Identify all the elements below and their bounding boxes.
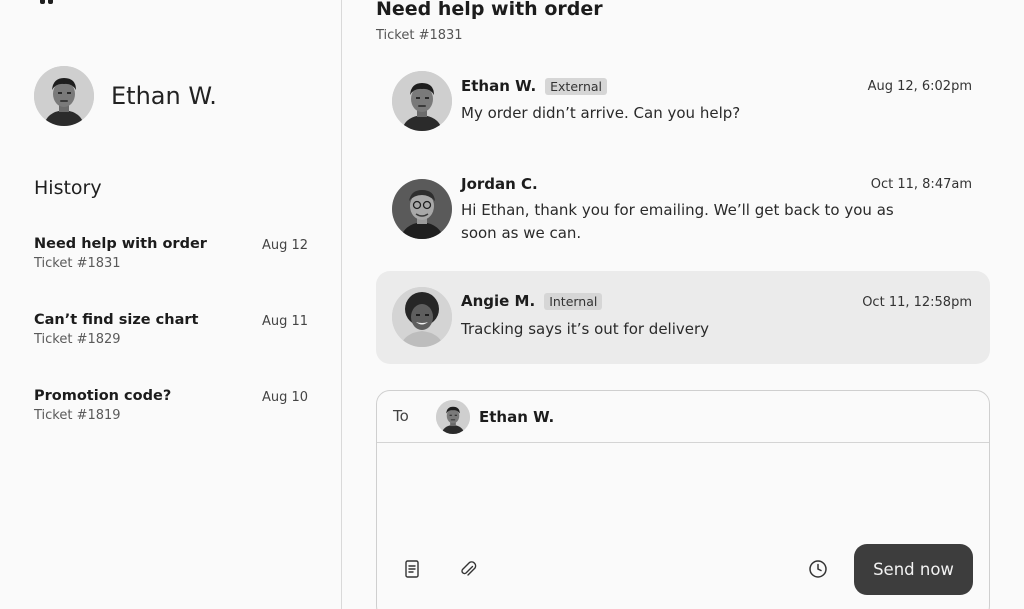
- paperclip-icon[interactable]: [457, 558, 479, 580]
- message-item[interactable]: Ethan W. External Aug 12, 6:02pm My orde…: [376, 62, 990, 146]
- page-title: Need help with order: [376, 0, 603, 20]
- customer-profile: Ethan W.: [34, 66, 217, 126]
- logo-icon: [40, 0, 53, 4]
- history-item-ticket: Ticket #1829: [34, 332, 121, 347]
- history-item-date: Aug 11: [261, 314, 308, 329]
- to-label: To: [393, 407, 409, 425]
- history-item-ticket: Ticket #1819: [34, 408, 121, 423]
- recipient-name: Ethan W.: [479, 408, 555, 426]
- history-item-date: Aug 10: [261, 390, 308, 405]
- sidebar: Ethan W. History Need help with order Ti…: [0, 0, 342, 609]
- history-item-ticket: Ticket #1831: [34, 256, 121, 271]
- profile-name: Ethan W.: [111, 82, 217, 110]
- message-header: Ethan W. External: [461, 77, 608, 95]
- history-item-date: Aug 12: [261, 238, 308, 253]
- message-text: My order didn’t arrive. Can you help?: [461, 104, 741, 122]
- message-timestamp: Oct 11, 8:47am: [870, 177, 972, 192]
- history-item[interactable]: Promotion code? Ticket #1819 Aug 10: [34, 388, 310, 423]
- recipient-chip[interactable]: Ethan W.: [436, 400, 554, 434]
- reply-composer: To Ethan W. Send now: [376, 390, 990, 609]
- app-logo[interactable]: [40, 0, 53, 4]
- avatar[interactable]: [392, 179, 452, 239]
- avatar: [436, 400, 470, 434]
- message-author: Jordan C.: [461, 175, 538, 193]
- avatar[interactable]: [34, 66, 94, 126]
- internal-badge: Internal: [544, 292, 603, 310]
- clock-icon[interactable]: [807, 558, 829, 580]
- history-heading: History: [34, 177, 102, 199]
- history-item[interactable]: Need help with order Ticket #1831 Aug 12: [34, 236, 310, 271]
- message-text: Hi Ethan, thank you for emailing. We’ll …: [461, 201, 894, 242]
- document-icon[interactable]: [401, 558, 423, 580]
- avatar[interactable]: [392, 71, 452, 131]
- message-timestamp: Aug 12, 6:02pm: [867, 79, 972, 94]
- message-text: Tracking says it’s out for delivery: [461, 320, 710, 338]
- internal-note[interactable]: Angie M. Internal Oct 11, 12:58pm Tracki…: [376, 271, 990, 364]
- recipient-row: To Ethan W.: [377, 391, 989, 443]
- history-item[interactable]: Can’t find size chart Ticket #1829 Aug 1…: [34, 312, 310, 347]
- message-item[interactable]: Jordan C. Oct 11, 8:47am Hi Ethan, thank…: [376, 165, 990, 255]
- message-author: Ethan W.: [461, 77, 537, 95]
- message-header: Angie M. Internal: [461, 292, 603, 310]
- message-header: Jordan C.: [461, 175, 538, 193]
- ticket-view: Need help with order Ticket #1831 Ethan …: [343, 0, 1024, 609]
- external-badge: External: [545, 77, 608, 95]
- message-author: Angie M.: [461, 292, 536, 310]
- send-button[interactable]: Send now: [854, 544, 973, 595]
- message-timestamp: Oct 11, 12:58pm: [862, 295, 972, 310]
- ticket-number: Ticket #1831: [376, 28, 463, 43]
- message-input[interactable]: [377, 443, 989, 538]
- avatar[interactable]: [392, 287, 452, 347]
